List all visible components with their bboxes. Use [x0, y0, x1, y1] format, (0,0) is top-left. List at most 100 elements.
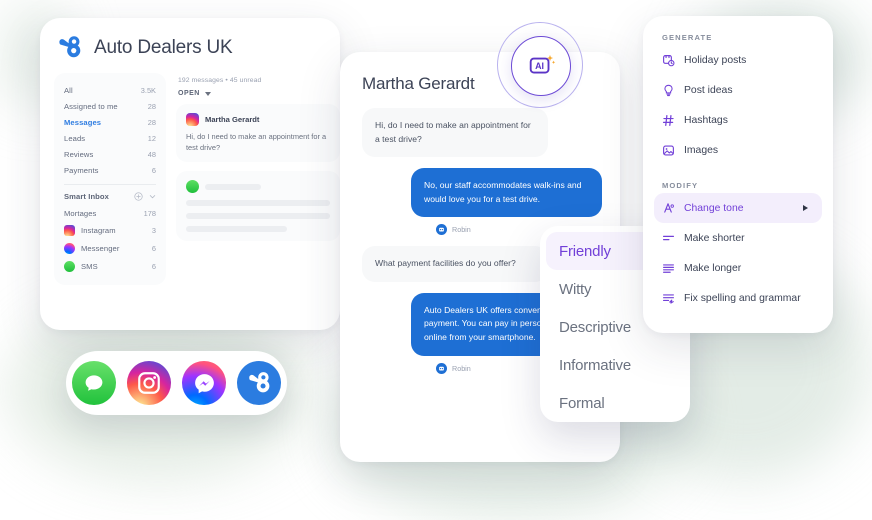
sidebar-item-count: 6 — [151, 165, 156, 175]
sms-icon — [64, 260, 75, 272]
sidebar-item-label: Reviews — [64, 149, 94, 159]
sidebar-item-label: All — [64, 85, 73, 95]
menu-item-post-ideas[interactable]: Post ideas — [643, 75, 833, 105]
plus-circle-icon[interactable] — [134, 192, 143, 201]
instagram-icon — [186, 113, 199, 126]
menu-item-change-tone[interactable]: Change tone — [654, 193, 822, 223]
sidebar-channel-count: 178 — [143, 208, 156, 218]
screenshot-root: Auto Dealers UK All 3.5K Assigned to me … — [0, 0, 872, 520]
sidebar-channel-mortages[interactable]: Mortages 178 — [54, 205, 166, 221]
make-shorter-icon — [662, 235, 675, 240]
hashtag-icon — [662, 114, 674, 126]
thread-list: 192 messages • 45 unread OPEN Martha Ger… — [176, 73, 340, 285]
smart-inbox-label: Smart Inbox — [64, 192, 109, 201]
sidebar-channel-count: 3 — [151, 225, 156, 235]
tone-option-informative[interactable]: Informative — [540, 346, 690, 384]
menu-item-label: Hashtags — [684, 114, 728, 126]
instagram-icon[interactable] — [127, 361, 171, 405]
menu-item-fix-spelling-and-grammar[interactable]: Fix spelling and grammar — [643, 283, 833, 313]
list-item[interactable]: Martha Gerardt Hi, do I need to make an … — [176, 104, 340, 163]
generate-heading: GENERATE — [662, 33, 713, 42]
social-channels-pill — [66, 351, 287, 415]
menu-item-make-longer[interactable]: Make longer — [643, 253, 833, 283]
submenu-arrow-icon — [803, 205, 808, 211]
sidebar-channel-sms[interactable]: SMS 6 — [54, 257, 166, 275]
message-bubble-incoming: What payment facilities do you offer? — [362, 246, 548, 282]
list-item[interactable] — [176, 171, 340, 242]
sidebar-item-leads[interactable]: Leads 12 — [54, 130, 166, 146]
sms-icon — [186, 180, 199, 194]
caret-down-icon — [204, 91, 211, 96]
ai-sparkle-icon: AI — [529, 54, 556, 74]
menu-item-label: Post ideas — [684, 84, 733, 96]
sidebar-channel-messenger[interactable]: Messenger 6 — [54, 239, 166, 257]
tone-option-formal[interactable]: Formal — [540, 384, 690, 422]
sender-name: Robin — [452, 225, 471, 235]
sidebar-item-count: 48 — [147, 149, 156, 159]
smart-inbox-header[interactable]: Smart Inbox — [54, 190, 166, 205]
message-bubble-outgoing: No, our staff accommodates walk-ins and … — [411, 168, 602, 218]
spellcheck-icon — [663, 293, 674, 304]
bird-logo-icon[interactable] — [237, 361, 281, 405]
thread-filter-open[interactable]: OPEN — [176, 84, 340, 104]
skeleton-bar — [205, 183, 261, 190]
divider — [64, 184, 156, 185]
instagram-icon — [64, 224, 75, 236]
sidebar-item-count: 28 — [147, 117, 156, 127]
sidebar-item-label: Payments — [64, 165, 99, 175]
sidebar-item-assigned-to-me[interactable]: Assigned to me 28 — [54, 98, 166, 114]
sidebar-item-label: Leads — [64, 133, 86, 143]
robot-avatar-icon — [436, 362, 447, 374]
sidebar-channel-label: Mortages — [64, 208, 97, 218]
menu-item-label: Make shorter — [684, 232, 745, 244]
menu-item-make-shorter[interactable]: Make shorter — [643, 223, 833, 253]
sidebar-channel-label: SMS — [81, 261, 98, 271]
smart-inbox-tools — [134, 192, 157, 201]
bird-logo-icon — [59, 36, 81, 58]
sidebar-item-count: 12 — [147, 133, 156, 143]
menu-item-label: Change tone — [684, 202, 744, 214]
skeleton-bar — [186, 213, 330, 220]
menu-item-images[interactable]: Images — [643, 135, 833, 165]
sidebar-channel-count: 6 — [151, 243, 156, 253]
menu-item-hashtags[interactable]: Hashtags — [643, 105, 833, 135]
messenger-icon — [64, 242, 75, 254]
menu-item-label: Fix spelling and grammar — [684, 292, 801, 304]
chevron-down-icon[interactable] — [148, 192, 157, 201]
ai-assistant-badge[interactable]: AI — [497, 22, 583, 108]
inbox-card: Auto Dealers UK All 3.5K Assigned to me … — [40, 18, 340, 330]
thread-filter-label: OPEN — [178, 90, 200, 97]
sidebar-channel-label: Instagram — [81, 225, 116, 235]
menu-item-holiday-posts[interactable]: Holiday posts — [643, 45, 833, 75]
thread-preview: Hi, do I need to make an appointment for… — [186, 132, 327, 152]
robot-avatar-icon — [436, 224, 447, 236]
change-tone-icon — [664, 202, 674, 213]
sidebar-item-reviews[interactable]: Reviews 48 — [54, 146, 166, 162]
thread-header: Martha Gerardt — [186, 113, 330, 126]
menu-item-label: Make longer — [684, 262, 742, 274]
message-bubble-incoming: Hi, do I need to make an appointment for… — [362, 108, 548, 158]
messenger-icon[interactable] — [182, 361, 226, 405]
sidebar-channel-count: 6 — [151, 261, 156, 271]
sidebar-item-label: Messages — [64, 117, 102, 127]
sidebar-item-messages[interactable]: Messages 28 — [54, 114, 166, 130]
brand-header: Auto Dealers UK — [40, 18, 340, 61]
assistant-panel: GENERATE Holiday posts Post ideas Hashta… — [643, 16, 833, 333]
skeleton-bar — [186, 226, 287, 233]
thread-list-meta: 192 messages • 45 unread — [178, 77, 262, 84]
thread-header — [186, 180, 330, 194]
menu-item-label: Holiday posts — [684, 54, 747, 66]
sidebar-channel-instagram[interactable]: Instagram 3 — [54, 221, 166, 239]
sidebar-item-payments[interactable]: Payments 6 — [54, 162, 166, 178]
inbox-body: All 3.5K Assigned to me 28 Messages 28 L… — [40, 61, 340, 285]
sidebar-item-all[interactable]: All 3.5K — [54, 82, 166, 98]
sender-name: Robin — [452, 363, 471, 373]
thread-name: Martha Gerardt — [205, 115, 260, 124]
lightbulb-icon — [664, 84, 673, 96]
sidebar: All 3.5K Assigned to me 28 Messages 28 L… — [54, 73, 166, 285]
holiday-posts-icon — [663, 54, 675, 66]
sidebar-item-label: Assigned to me — [64, 101, 118, 111]
skeleton-bar — [186, 200, 330, 207]
modify-heading: MODIFY — [662, 181, 699, 190]
sms-icon[interactable] — [72, 361, 116, 405]
